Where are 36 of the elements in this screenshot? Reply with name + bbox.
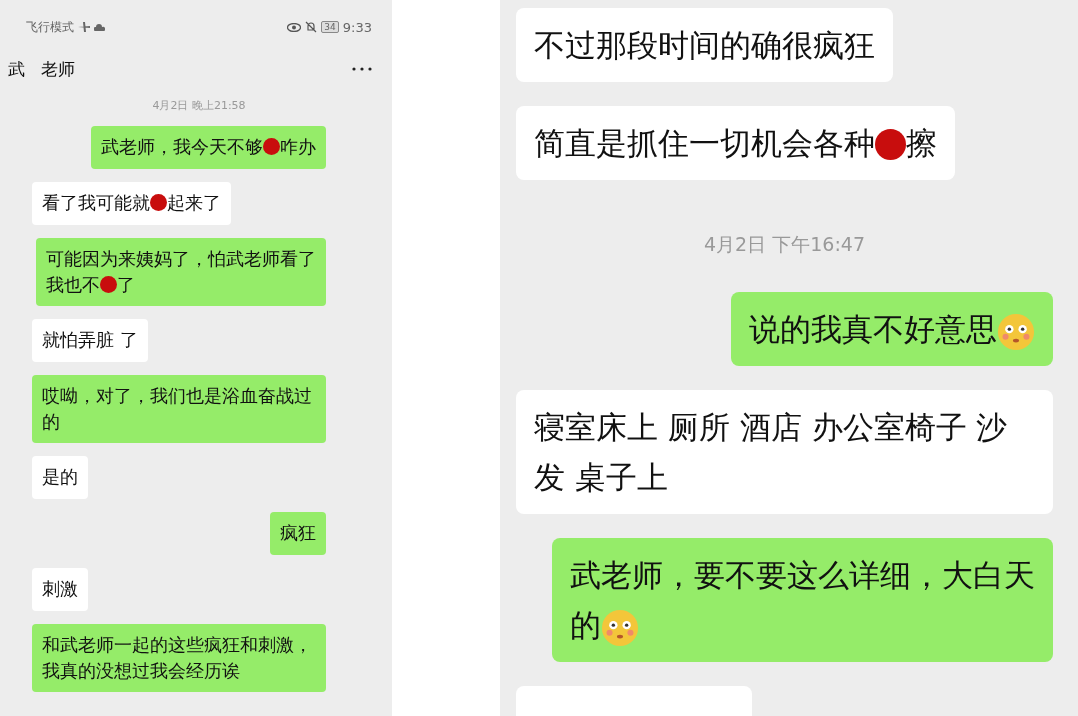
message-text: 咋办 — [280, 136, 316, 157]
message-text: 武老师，我今天不够 — [101, 136, 263, 157]
message-text: 可能因为来姨妈了，怕武老师看了 — [46, 248, 316, 269]
redaction-dot — [875, 128, 906, 160]
message-text: 就怕弄脏 了 — [42, 329, 138, 350]
message-text: 不过那段时间的确很疯狂 — [534, 27, 875, 63]
status-time: 9:33 — [342, 19, 372, 35]
message-text: 我也不 — [46, 274, 100, 295]
battery-level: 34 — [321, 21, 339, 33]
message-text: 和武老师一起的这些疯狂和刺激，我真的没想过我会经历诶 — [42, 634, 312, 681]
muted-bell-icon — [305, 21, 318, 33]
message-text: 刺激 — [42, 578, 78, 599]
eye-icon — [287, 22, 302, 32]
more-icon[interactable] — [352, 67, 372, 71]
message-text: 说的我真不好意思 — [749, 311, 997, 347]
timestamp: 4月2日 晚上21:58 — [151, 98, 246, 113]
message-text: 简直是抓住一切机会各种 — [534, 125, 875, 161]
chat-title: 武 老师 — [8, 57, 76, 81]
message-text: 看了我可能就 — [42, 192, 150, 213]
cloud-icon — [94, 23, 105, 31]
redaction-dot — [263, 138, 280, 155]
message-text: 疯狂 — [280, 522, 316, 543]
message-text: 哎呦，对了，我们也是浴血奋战过的 — [42, 385, 312, 432]
message-text: 寝室床上 厕所 酒店 办公室椅子 沙发 桌子上 — [534, 409, 1008, 495]
blushing-emoji-icon — [601, 608, 639, 647]
message-text: 擦 — [906, 125, 937, 161]
redaction-dot — [150, 194, 167, 211]
timestamp: 4月2日 下午16:47 — [704, 232, 865, 257]
message-text: 武老师，要不要这么详细，大白天 — [570, 557, 1035, 593]
status-text: 飞行模式 — [26, 18, 74, 36]
redaction-dot — [100, 276, 117, 293]
message-text: 的 — [570, 607, 601, 643]
message-text: 是的 — [42, 466, 78, 487]
message-text: 起来了 — [167, 192, 221, 213]
message-text: 了 — [117, 274, 135, 295]
blushing-emoji-icon — [997, 312, 1035, 351]
